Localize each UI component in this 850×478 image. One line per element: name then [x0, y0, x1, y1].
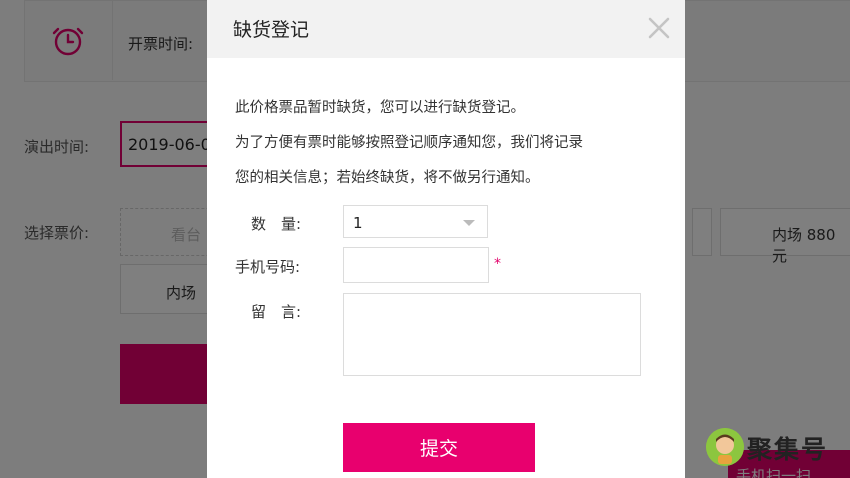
- required-mark: *: [494, 256, 501, 272]
- notice-line: 为了方便有票时能够按照登记顺序通知您，我们将记录: [235, 135, 583, 151]
- notice-line: 您的相关信息；若始终缺货，将不做另行通知。: [235, 170, 540, 186]
- quantity-value: 1: [353, 214, 363, 232]
- notice-line: 此价格票品暂时缺货，您可以进行缺货登记。: [235, 100, 525, 116]
- phone-label: 手机号码:: [235, 258, 301, 276]
- watermark-avatar-icon: [706, 428, 744, 466]
- page: 开票时间: 演出时间: 2019-06-0 选择票价: 看台 内场 880元 内…: [0, 0, 850, 478]
- chevron-down-icon: [463, 220, 475, 226]
- phone-input[interactable]: [343, 247, 489, 283]
- close-icon[interactable]: [645, 14, 673, 42]
- quantity-label: 数 量:: [251, 215, 302, 233]
- stockout-modal: 缺货登记 此价格票品暂时缺货，您可以进行缺货登记。 为了方便有票时能够按照登记顺…: [207, 0, 685, 478]
- quantity-select[interactable]: 1: [343, 205, 488, 238]
- modal-title: 缺货登记: [233, 19, 310, 41]
- watermark-text: 聚集号: [747, 435, 829, 464]
- message-input[interactable]: [343, 293, 641, 376]
- message-label: 留 言:: [251, 303, 302, 321]
- submit-button[interactable]: 提交: [343, 423, 535, 472]
